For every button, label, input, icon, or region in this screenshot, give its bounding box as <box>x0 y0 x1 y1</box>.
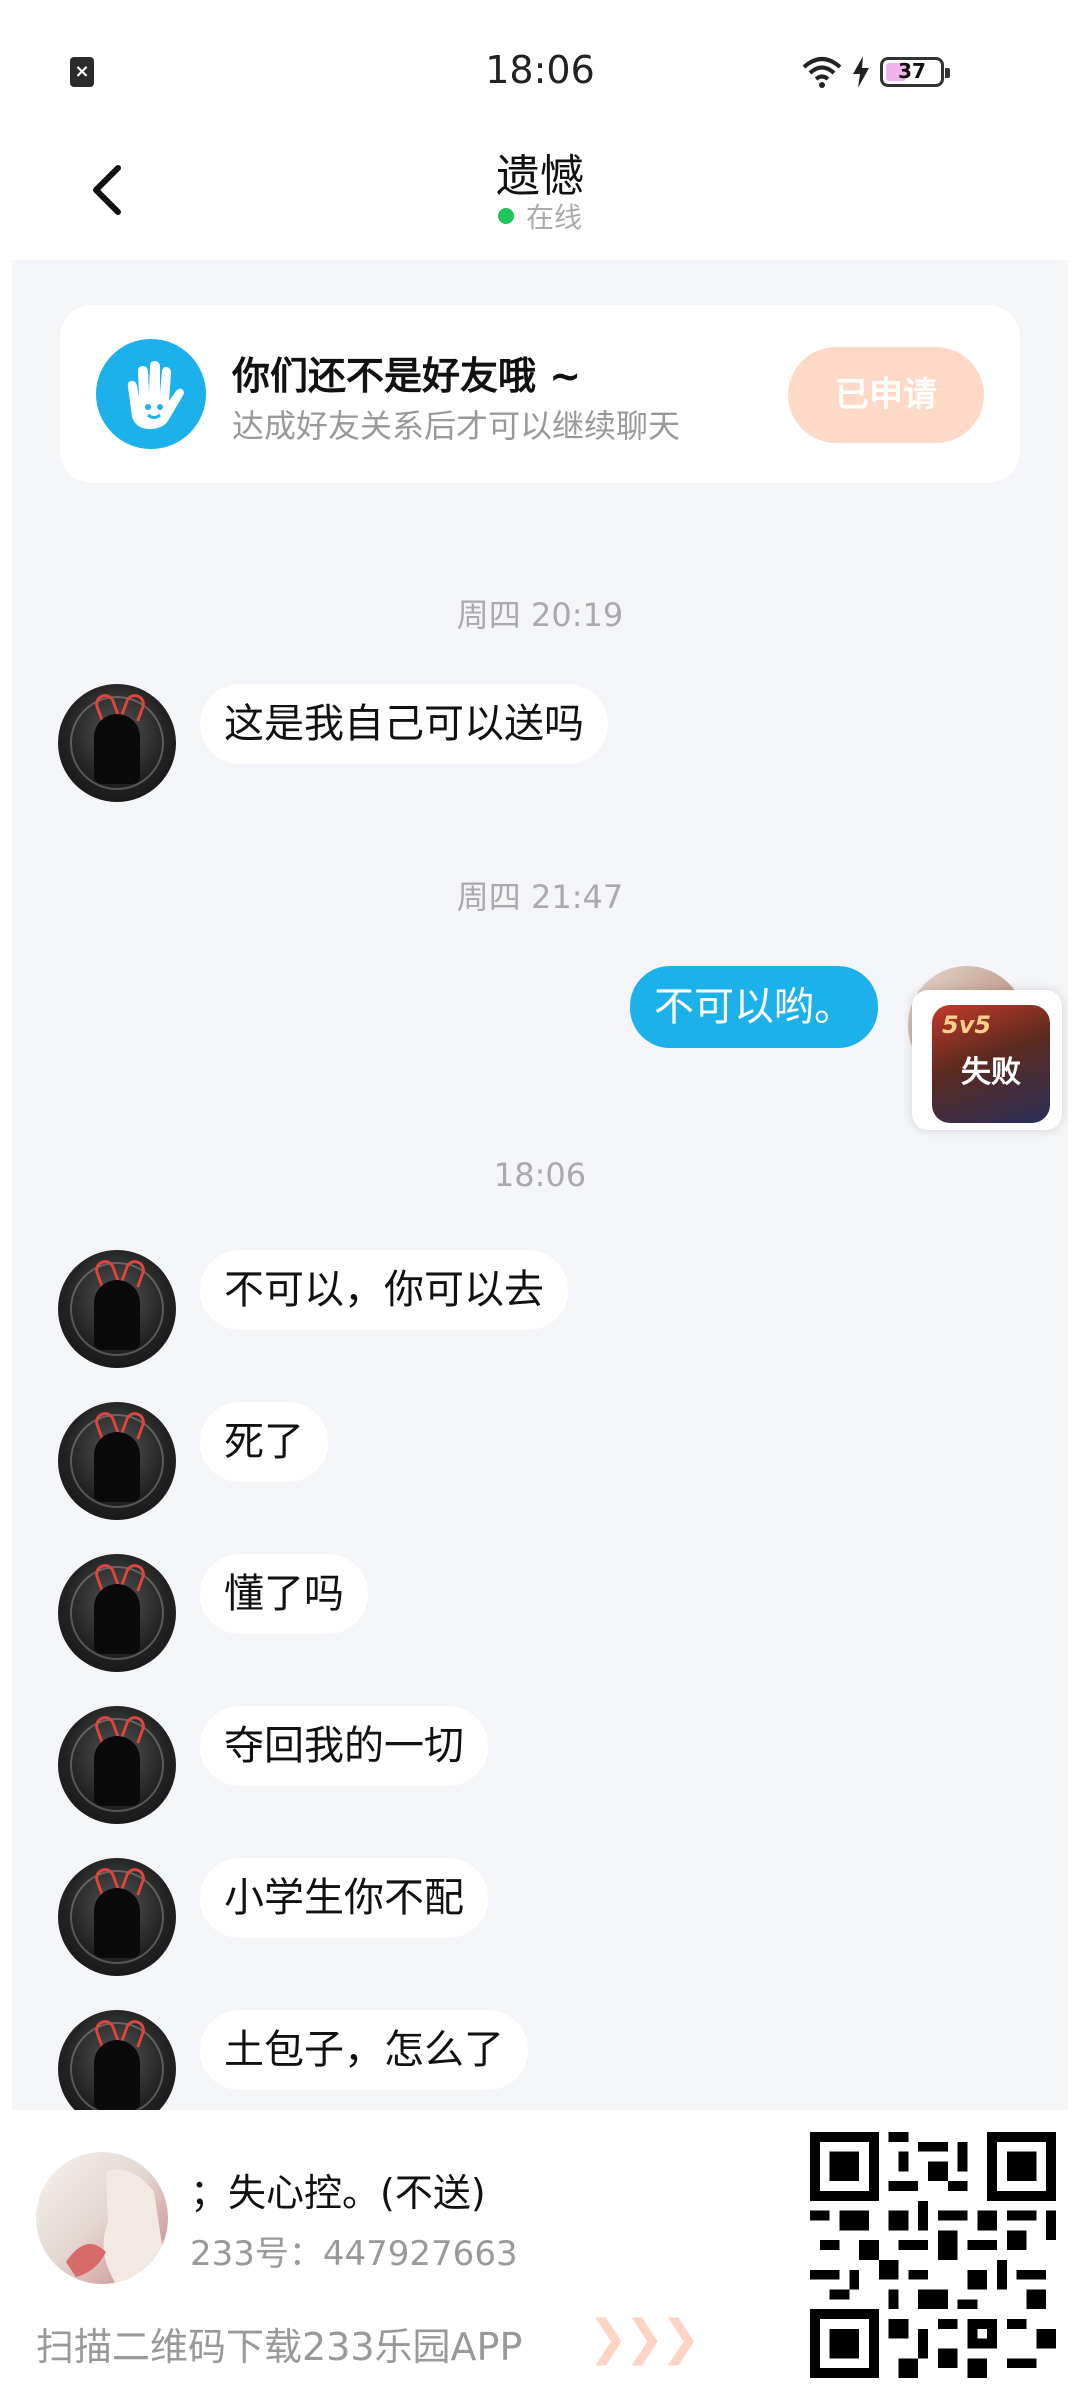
incoming-message[interactable]: 这是我自己可以送吗 <box>200 684 608 764</box>
charging-icon <box>853 56 869 88</box>
contact-avatar[interactable] <box>58 1858 176 1976</box>
contact-avatar[interactable] <box>58 1402 176 1520</box>
incoming-message[interactable]: 小学生你不配 <box>200 1858 488 1938</box>
incoming-message[interactable]: 土包子，怎么了 <box>200 2010 528 2090</box>
message-row: 懂了吗 <box>12 1554 1068 1674</box>
battery-icon: 37 <box>880 57 950 87</box>
contact-avatar[interactable] <box>58 1554 176 1672</box>
game-result-label: 失败 <box>961 1055 1021 1090</box>
outgoing-message[interactable]: 不可以哟。 <box>630 966 878 1048</box>
chat-header: 遗憾 在线 <box>0 140 1080 260</box>
scan-download-text: 扫描二维码下载233乐园APP <box>36 2325 523 2369</box>
incoming-message[interactable]: 死了 <box>200 1402 328 1482</box>
user-nickname: ；失心控。(不送) <box>190 2171 486 2215</box>
contact-avatar[interactable] <box>58 684 176 802</box>
floating-game-widget[interactable]: 5v5 失败 <box>912 990 1062 1130</box>
applied-button[interactable]: 已申请 <box>788 347 984 443</box>
battery-level: 37 <box>898 59 926 83</box>
arrows-icon: ❯❯❯ <box>588 2310 701 2366</box>
game-thumbnail: 5v5 失败 <box>932 1005 1050 1123</box>
wave-hand-icon <box>96 339 206 449</box>
message-row: 不可以，你可以去 <box>12 1250 1068 1370</box>
message-row: 这是我自己可以送吗 <box>12 684 1068 804</box>
timestamp: 18:06 <box>493 1156 587 1194</box>
message-row: 小学生你不配 <box>12 1858 1068 1978</box>
game-badge: 5v5 <box>942 1011 992 1039</box>
user-id: 233号：447927663 <box>190 2234 518 2274</box>
timestamp: 周四 21:47 <box>456 878 624 916</box>
incoming-message[interactable]: 懂了吗 <box>200 1554 368 1634</box>
message-row: 夺回我的一切 <box>12 1706 1068 1826</box>
online-dot-icon <box>497 208 514 224</box>
contact-avatar[interactable] <box>58 1706 176 1824</box>
status-bar: × 18:06 37 <box>0 0 1080 140</box>
chat-area[interactable]: 你们还不是好友哦 ~ 达成好友关系后才可以继续聊天 已申请 周四 20:19 这… <box>12 260 1068 2110</box>
incoming-message[interactable]: 夺回我的一切 <box>200 1706 488 1786</box>
not-friends-title: 你们还不是好友哦 ~ <box>232 354 582 398</box>
incoming-message[interactable]: 不可以，你可以去 <box>200 1250 568 1330</box>
status-icons: 37 <box>802 52 950 92</box>
online-status-text: 在线 <box>525 201 582 234</box>
promo-footer: ；失心控。(不送) 233号：447927663 扫描二维码下载233乐园APP… <box>0 2110 1080 2400</box>
contact-avatar[interactable] <box>58 1250 176 1368</box>
message-row: 死了 <box>12 1402 1068 1522</box>
wifi-icon <box>802 57 842 88</box>
contact-avatar[interactable] <box>58 2010 176 2110</box>
not-friends-card: 你们还不是好友哦 ~ 达成好友关系后才可以继续聊天 已申请 <box>60 305 1020 483</box>
not-friends-subtitle: 达成好友关系后才可以继续聊天 <box>232 407 681 445</box>
message-row: 土包子，怎么了 <box>12 2010 1068 2110</box>
chat-screen: × 18:06 37 遗憾 在线 你们还不是好友哦 ~ 达成好友关系后才可以继续… <box>0 0 1080 2400</box>
user-avatar <box>36 2152 168 2284</box>
online-status: 在线 <box>0 196 1080 236</box>
qr-code <box>810 2132 1056 2378</box>
timestamp: 周四 20:19 <box>456 596 624 634</box>
message-row: 不可以哟。 <box>12 966 1068 1086</box>
contact-name: 遗憾 <box>496 151 584 202</box>
